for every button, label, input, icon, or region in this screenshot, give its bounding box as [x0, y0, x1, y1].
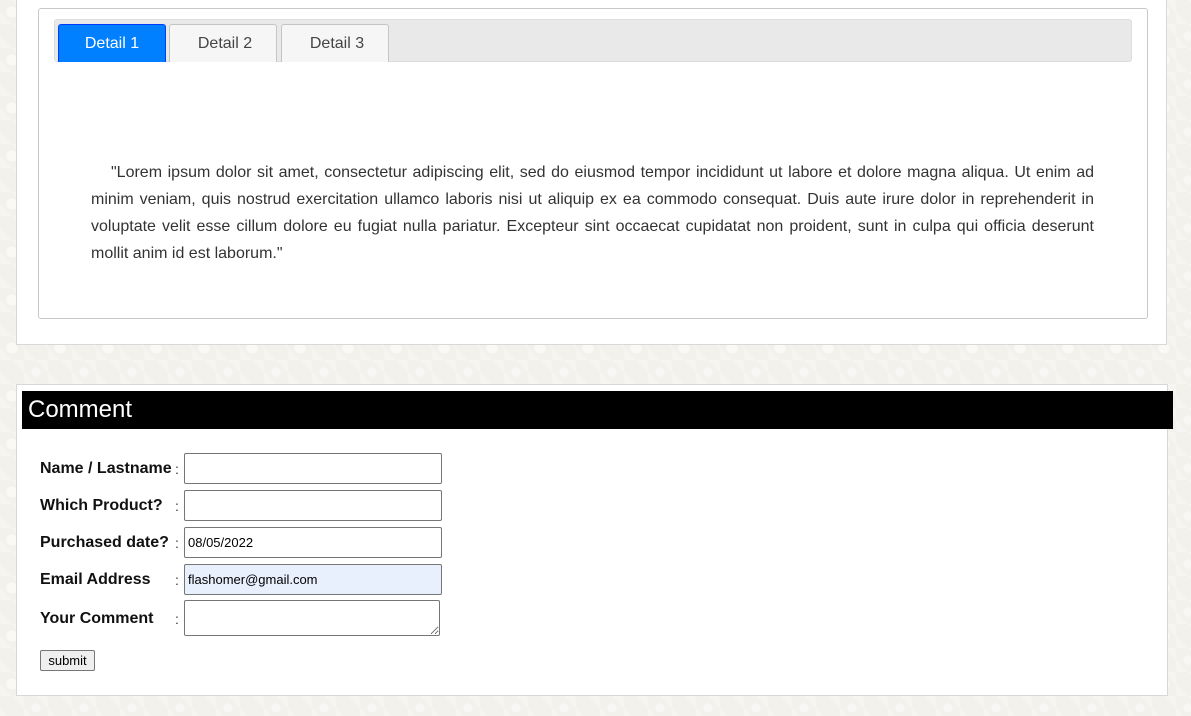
date-label: Purchased date? — [40, 534, 169, 551]
email-input[interactable] — [184, 564, 442, 595]
name-separator: : — [175, 461, 179, 477]
submit-button[interactable]: submit — [40, 650, 95, 671]
tab-detail-2[interactable]: Detail 2 — [169, 24, 277, 62]
product-label: Which Product? — [40, 497, 163, 514]
name-lastname-input[interactable] — [184, 453, 442, 484]
detail-content-text: "Lorem ipsum dolor sit amet, consectetur… — [91, 164, 1094, 262]
details-tabs: Detail 1 Detail 2 Detail 3 "Lorem ipsum … — [38, 8, 1148, 319]
tab-detail-3[interactable]: Detail 3 — [281, 24, 389, 62]
tab-bar: Detail 1 Detail 2 Detail 3 — [54, 19, 1132, 62]
your-comment-label: Your Comment — [40, 610, 154, 627]
comment-separator: : — [175, 611, 179, 627]
email-separator: : — [175, 572, 179, 588]
product-separator: : — [175, 498, 179, 514]
comment-title: Comment — [22, 391, 1173, 429]
product-input[interactable] — [184, 490, 442, 521]
comment-panel: Comment Name / Lastname : Which Product?… — [16, 384, 1173, 696]
name-label: Name / Lastname — [40, 460, 172, 477]
email-label: Email Address — [40, 571, 151, 588]
comment-textarea[interactable] — [184, 600, 440, 636]
date-separator: : — [175, 535, 179, 551]
purchased-date-input[interactable] — [184, 527, 442, 558]
tab-detail-1[interactable]: Detail 1 — [58, 24, 166, 62]
details-panel: Detail 1 Detail 2 Detail 3 "Lorem ipsum … — [16, 0, 1167, 345]
